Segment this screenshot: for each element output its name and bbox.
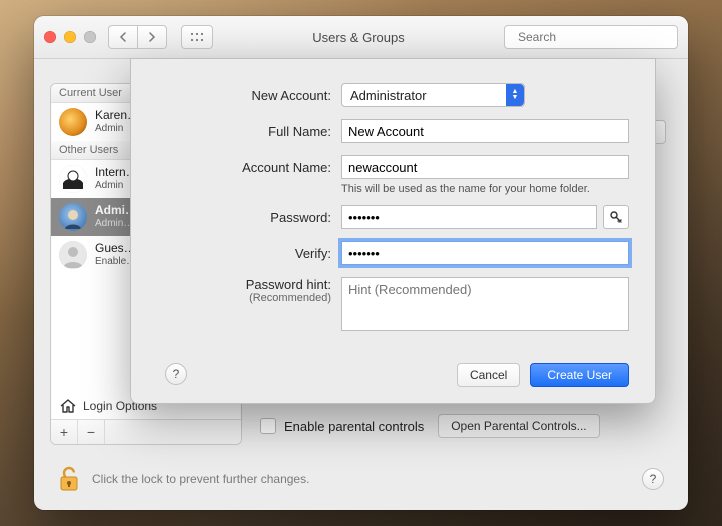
- row-verify: Verify:: [131, 241, 629, 265]
- nav-back-forward: [108, 25, 167, 49]
- verify-password-input[interactable]: [341, 241, 629, 265]
- account-type-value: Administrator: [350, 88, 427, 103]
- sheet-help-button[interactable]: ?: [165, 363, 187, 385]
- search-input[interactable]: [516, 29, 675, 45]
- label-password: Password:: [131, 210, 341, 225]
- open-parental-controls-label: Open Parental Controls...: [451, 419, 586, 433]
- cancel-button[interactable]: Cancel: [457, 363, 520, 387]
- remove-user-button[interactable]: −: [78, 420, 105, 444]
- unlocked-padlock-icon[interactable]: [58, 466, 80, 492]
- full-name-input[interactable]: [341, 119, 629, 143]
- row-new-account: New Account: Administrator ▲▼: [131, 83, 629, 107]
- chevron-left-icon: [119, 32, 127, 42]
- row-account-name: Account Name:: [131, 155, 629, 179]
- new-account-form: New Account: Administrator ▲▼ Full Name:…: [131, 83, 629, 343]
- show-all-prefs-button[interactable]: [181, 25, 213, 49]
- add-user-button[interactable]: +: [51, 420, 78, 444]
- window-title: Users & Groups: [221, 30, 496, 45]
- question-mark-icon: ?: [173, 367, 180, 381]
- create-user-button-label: Create User: [547, 368, 612, 382]
- key-icon: [609, 210, 623, 224]
- label-password-hint-sub: (Recommended): [131, 292, 331, 304]
- account-name-input[interactable]: [341, 155, 629, 179]
- enable-parental-controls-label: Enable parental controls: [284, 419, 424, 434]
- lock-hint-text: Click the lock to prevent further change…: [92, 472, 630, 486]
- select-stepper-icon: ▲▼: [506, 84, 524, 106]
- add-remove-bar: + −: [51, 419, 241, 444]
- account-name-note: This will be used as the name for your h…: [341, 183, 629, 195]
- parental-controls-row: Enable parental controls Open Parental C…: [260, 414, 600, 438]
- home-icon: [59, 398, 77, 414]
- label-new-account: New Account:: [131, 88, 341, 103]
- grid-icon: [190, 32, 204, 42]
- desktop-background: Users & Groups ord… Current User Karen… …: [0, 0, 722, 526]
- row-password-hint: Password hint: (Recommended): [131, 277, 629, 331]
- help-button[interactable]: ?: [642, 468, 664, 490]
- label-account-name: Account Name:: [131, 160, 341, 175]
- back-button[interactable]: [108, 25, 137, 49]
- label-password-hint-text: Password hint:: [246, 277, 331, 292]
- new-account-sheet: New Account: Administrator ▲▼ Full Name:…: [130, 58, 656, 404]
- zoom-window-button[interactable]: [84, 31, 96, 43]
- password-hint-input[interactable]: [341, 277, 629, 331]
- window-controls: [44, 31, 96, 43]
- avatar: [59, 241, 87, 269]
- avatar: [59, 203, 87, 231]
- avatar: [59, 165, 87, 193]
- label-full-name: Full Name:: [131, 124, 341, 139]
- label-verify: Verify:: [131, 246, 341, 261]
- account-type-select[interactable]: Administrator ▲▼: [341, 83, 525, 107]
- users-and-groups-window: Users & Groups ord… Current User Karen… …: [34, 16, 688, 510]
- row-full-name: Full Name:: [131, 119, 629, 143]
- sheet-buttons: Cancel Create User: [457, 363, 629, 387]
- forward-button[interactable]: [137, 25, 167, 49]
- chevron-right-icon: [148, 32, 156, 42]
- row-password: Password:: [131, 205, 629, 229]
- question-mark-icon: ?: [650, 472, 657, 486]
- label-password-hint: Password hint: (Recommended): [131, 277, 341, 304]
- search-field[interactable]: [504, 25, 678, 49]
- avatar: [59, 108, 87, 136]
- close-window-button[interactable]: [44, 31, 56, 43]
- password-assistant-button[interactable]: [603, 205, 629, 229]
- window-titlebar: Users & Groups: [34, 16, 688, 59]
- open-parental-controls-button[interactable]: Open Parental Controls...: [438, 414, 599, 438]
- minimize-window-button[interactable]: [64, 31, 76, 43]
- create-user-button[interactable]: Create User: [530, 363, 629, 387]
- enable-parental-controls-checkbox[interactable]: [260, 418, 276, 434]
- password-input[interactable]: [341, 205, 597, 229]
- cancel-button-label: Cancel: [470, 368, 507, 382]
- lock-row: Click the lock to prevent further change…: [58, 466, 664, 492]
